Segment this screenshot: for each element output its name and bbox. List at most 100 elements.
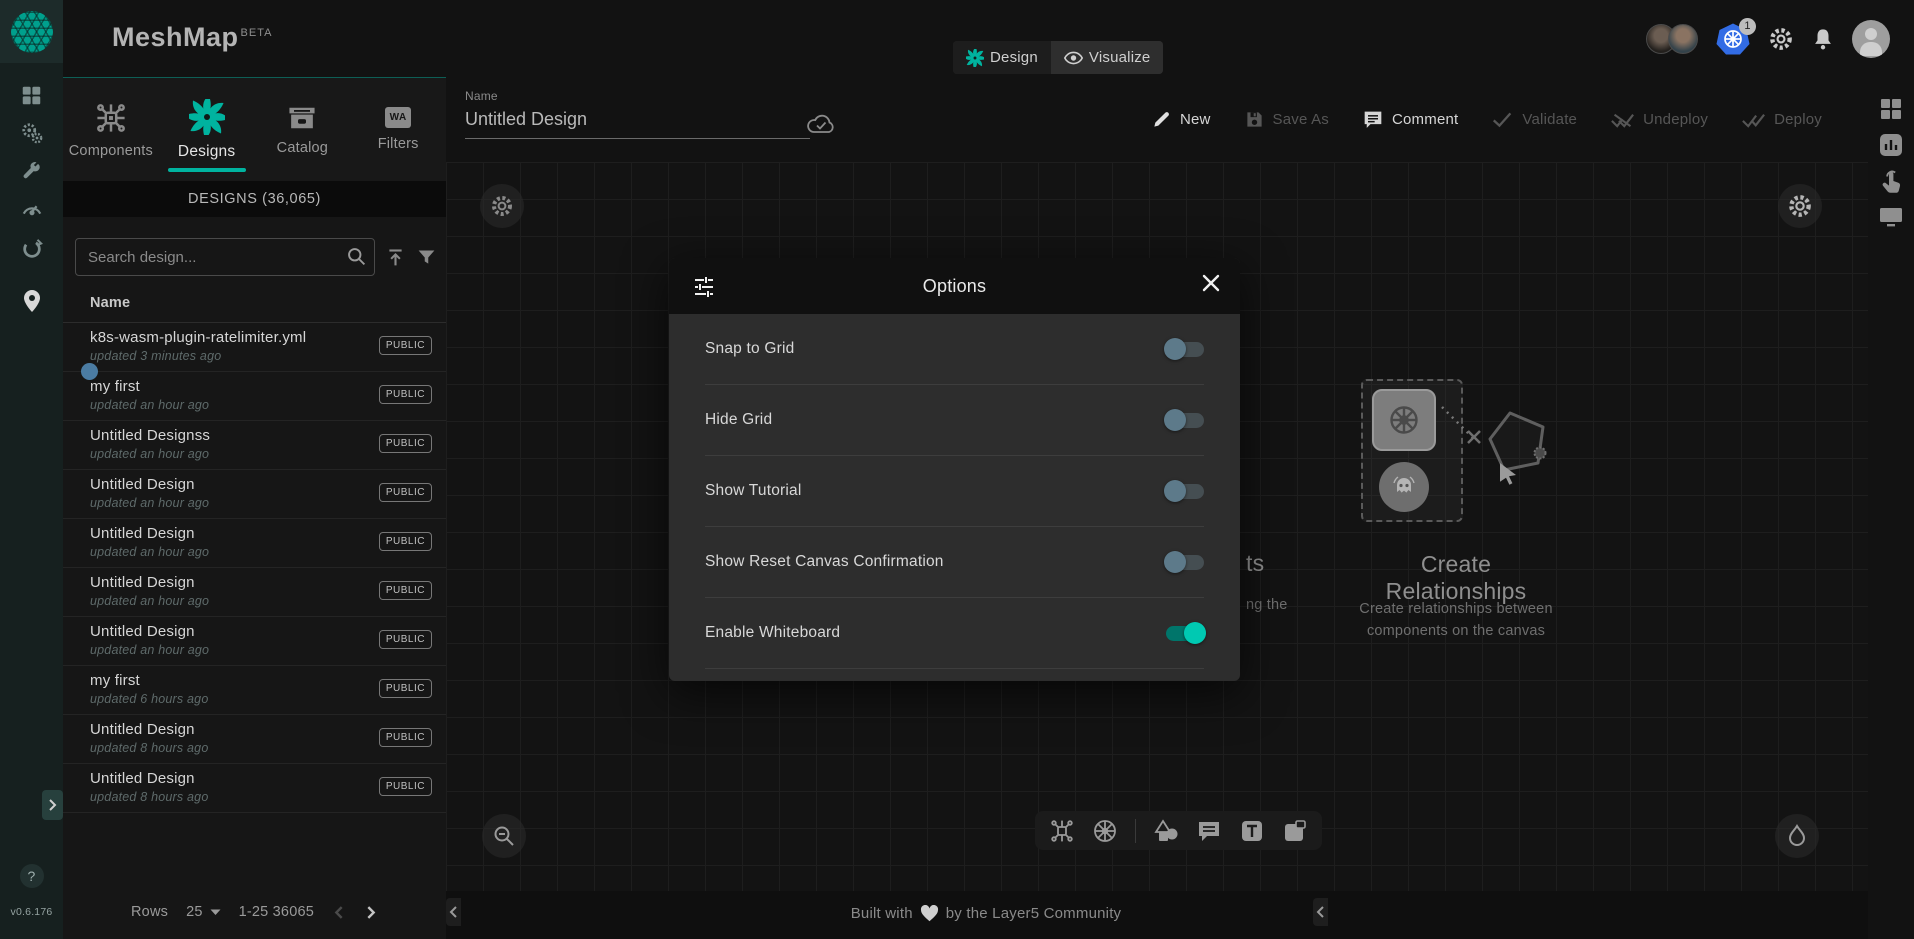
catalog-drawer-icon [286, 104, 318, 132]
tab-catalog[interactable]: Catalog [255, 78, 351, 181]
help-button[interactable]: ? [20, 864, 44, 888]
components-shapes-icon[interactable] [1049, 818, 1075, 844]
canvas-gear-button[interactable] [1778, 184, 1822, 228]
widgets-grid-button[interactable] [1877, 95, 1905, 123]
visibility-badge: PUBLIC [379, 483, 432, 502]
visibility-badge: PUBLIC [379, 630, 432, 649]
cloud-saved-icon [806, 113, 836, 135]
tab-designs[interactable]: Designs [159, 78, 255, 181]
user-profile-avatar[interactable] [1852, 20, 1890, 58]
nav-dashboard-button[interactable] [19, 82, 45, 108]
design-name: k8s-wasm-plugin-ratelimiter.yml [90, 329, 306, 346]
pagination-bar: Rows 25 1-25 36065 [63, 897, 446, 927]
visibility-badge: PUBLIC [379, 777, 432, 796]
chart-panel-button[interactable] [1877, 131, 1905, 159]
toggle-switch[interactable] [1166, 342, 1204, 357]
design-name: my first [90, 378, 140, 395]
save-as-button[interactable]: Save As [1245, 110, 1329, 129]
meshmap-app: Create Relationships Create relationship… [0, 0, 1914, 939]
design-updated: updated an hour ago [90, 545, 209, 559]
magnifier-minus-icon [492, 824, 516, 848]
tab-filters[interactable]: WA Filters [350, 78, 446, 181]
visibility-badge: PUBLIC [379, 434, 432, 453]
double-check-icon [1742, 111, 1765, 129]
design-name: Untitled Design [90, 574, 195, 591]
collaborator-dot-avatar [81, 363, 98, 380]
design-name-input[interactable] [465, 107, 810, 139]
toggle-switch[interactable] [1166, 626, 1204, 641]
design-name: Untitled Design [90, 770, 195, 787]
shapes-tool-icon[interactable] [1153, 818, 1179, 844]
search-design-input[interactable] [75, 238, 375, 276]
eye-icon [1064, 51, 1083, 65]
previous-page-button[interactable] [332, 903, 346, 922]
touch-interaction-button[interactable] [1877, 167, 1905, 195]
text-tool-icon[interactable] [1239, 818, 1265, 844]
nav-extensions-button[interactable] [19, 236, 45, 262]
validate-label: Validate [1522, 111, 1577, 128]
design-updated: updated an hour ago [90, 643, 209, 657]
mode-visualize-button[interactable]: Visualize [1051, 41, 1164, 74]
option-label: Enable Whiteboard [705, 624, 840, 642]
comment-button[interactable]: Comment [1363, 110, 1458, 130]
mode-design-button[interactable]: Design [953, 41, 1051, 74]
toggle-switch[interactable] [1166, 484, 1204, 499]
toggle-switch[interactable] [1166, 413, 1204, 428]
kubernetes-context-button[interactable]: 1 [1716, 22, 1750, 56]
nav-performance-gauge-button[interactable] [19, 196, 45, 222]
tab-components[interactable]: Components [63, 78, 159, 181]
design-row[interactable]: Untitled Design updated 8 hours ago PUBL… [63, 764, 446, 813]
toggle-switch[interactable] [1166, 555, 1204, 570]
kubernetes-wheel-icon[interactable] [1092, 818, 1118, 844]
toggle-knob [1164, 409, 1186, 431]
design-updated: updated 6 hours ago [90, 692, 208, 706]
next-page-button[interactable] [364, 903, 378, 922]
design-row[interactable]: Untitled Designss updated an hour ago PU… [63, 421, 446, 470]
canvas-settings-flower-button[interactable] [480, 184, 524, 228]
design-updated: updated an hour ago [90, 594, 209, 608]
option-label: Hide Grid [705, 411, 772, 429]
collaborator-avatar[interactable] [1668, 24, 1698, 54]
built-with-suffix: by the Layer5 Community [946, 905, 1122, 922]
option-row: Show Reset Canvas Confirmation [705, 527, 1204, 598]
option-row: Snap to Grid [705, 314, 1204, 385]
design-row[interactable]: Untitled Design updated an hour ago PUBL… [63, 568, 446, 617]
nav-lifecycle-gears-button[interactable] [19, 120, 45, 146]
tune-sliders-icon [693, 275, 715, 297]
design-row[interactable]: my first updated an hour ago PUBLIC [63, 372, 446, 421]
footer-collapse-handle[interactable] [1313, 898, 1328, 926]
nav-meshmap-pin-button[interactable] [19, 288, 45, 314]
kubernetes-wheel-icon [1384, 400, 1424, 440]
display-button[interactable] [1877, 203, 1905, 231]
validate-button[interactable]: Validate [1492, 111, 1577, 128]
zoom-out-button[interactable] [482, 814, 526, 858]
nav-configuration-wrench-button[interactable] [19, 158, 45, 184]
meshery-logo-button[interactable] [0, 0, 63, 63]
visibility-badge: PUBLIC [379, 581, 432, 600]
design-name: Untitled Designss [90, 427, 210, 444]
ink-drop-button[interactable] [1775, 814, 1819, 858]
design-row[interactable]: Untitled Design updated an hour ago PUBL… [63, 470, 446, 519]
new-design-button[interactable]: New [1152, 110, 1211, 129]
import-design-button[interactable] [385, 247, 406, 268]
left-panel-collapse-handle[interactable] [446, 898, 461, 926]
close-icon[interactable] [1202, 274, 1220, 292]
design-row[interactable]: my first updated 6 hours ago PUBLIC [63, 666, 446, 715]
design-row[interactable]: Untitled Design updated 8 hours ago PUBL… [63, 715, 446, 764]
deploy-button[interactable]: Deploy [1742, 111, 1822, 129]
filter-funnel-button[interactable] [416, 247, 437, 268]
design-row[interactable]: Untitled Design updated an hour ago PUBL… [63, 617, 446, 666]
designs-count-header: DESIGNS (36,065) [63, 181, 446, 217]
rows-per-page-select[interactable]: 25 [186, 904, 221, 920]
design-name: Untitled Design [90, 525, 195, 542]
design-row[interactable]: Untitled Design updated an hour ago PUBL… [63, 519, 446, 568]
design-row[interactable]: k8s-wasm-plugin-ratelimiter.yml updated … [63, 323, 446, 372]
media-tool-icon[interactable] [1282, 818, 1308, 844]
comment-tool-icon[interactable] [1196, 818, 1222, 844]
undeploy-button[interactable]: Undeploy [1611, 111, 1708, 129]
notifications-bell-button[interactable] [1812, 27, 1834, 51]
rail-expand-handle[interactable] [42, 790, 63, 820]
settings-gear-button[interactable] [1768, 26, 1794, 52]
mode-toggle: Design Visualize [953, 41, 1163, 74]
design-name: Untitled Design [90, 721, 195, 738]
